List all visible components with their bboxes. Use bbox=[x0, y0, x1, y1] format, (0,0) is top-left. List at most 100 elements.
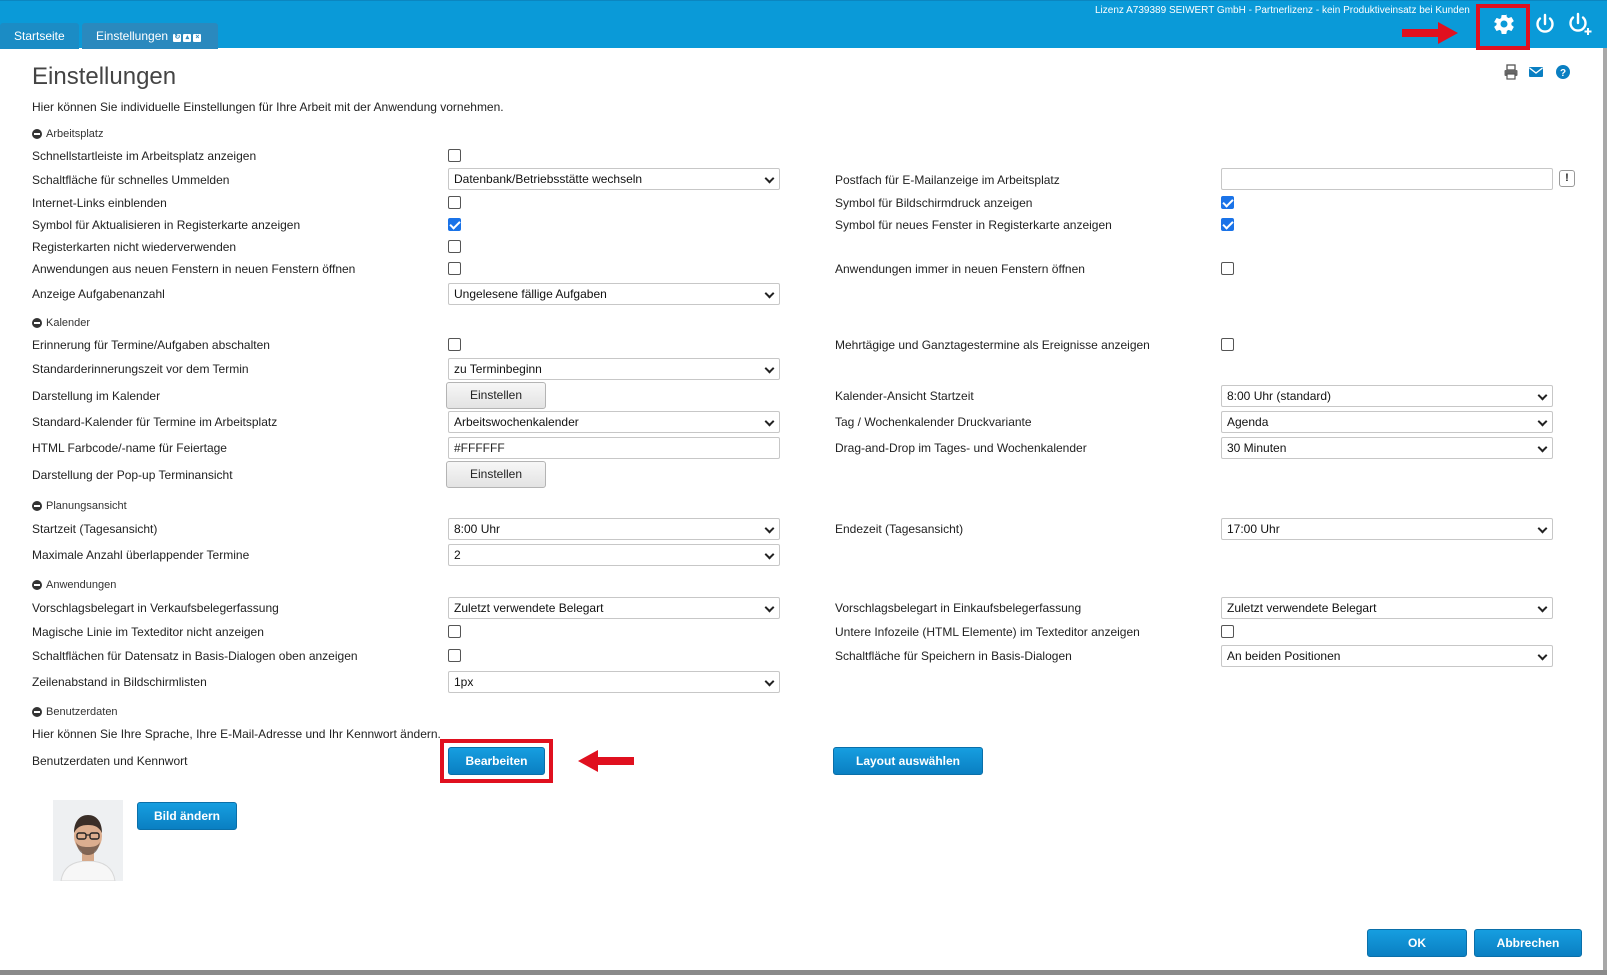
tab-label: Einstellungen bbox=[96, 29, 169, 43]
chevron-down-icon bbox=[1537, 442, 1548, 453]
select-aufgabenanzahl[interactable]: Ungelesene fällige Aufgaben bbox=[448, 283, 780, 305]
power-plus-icon[interactable] bbox=[1565, 9, 1595, 39]
label-std-erinnerung: Standarderinnerungszeit vor dem Termin bbox=[32, 362, 249, 376]
checkbox-anw-immer-neu[interactable] bbox=[1221, 262, 1234, 275]
einstellen-popup-button[interactable]: Einstellen bbox=[446, 461, 546, 488]
select-druckvariante[interactable]: Agenda bbox=[1221, 411, 1553, 433]
power-icon[interactable] bbox=[1530, 9, 1560, 39]
label-aktualisieren: Symbol für Aktualisieren in Registerkart… bbox=[32, 218, 301, 232]
label-max-ueberlapp: Maximale Anzahl überlappender Termine bbox=[32, 548, 250, 562]
tab-label: Startseite bbox=[14, 29, 65, 43]
checkbox-aktualisieren[interactable] bbox=[448, 218, 461, 231]
section-anwendungen[interactable]: Anwendungen bbox=[32, 579, 116, 591]
label-anw-neue-fenster: Anwendungen aus neuen Fenstern in neuen … bbox=[32, 262, 356, 276]
checkbox-anw-neue-fenster[interactable] bbox=[448, 262, 461, 275]
license-text: Lizenz A739389 SEIWERT GmbH - Partnerliz… bbox=[1095, 5, 1470, 16]
chevron-down-icon bbox=[764, 288, 775, 299]
select-ek-beleg[interactable]: Zuletzt verwendete Belegart bbox=[1221, 597, 1553, 619]
label-vk-beleg: Vorschlagsbelegart in Verkaufsbelegerfas… bbox=[32, 601, 279, 615]
chevron-down-icon bbox=[1537, 650, 1548, 661]
close-tab-icon[interactable]: × bbox=[193, 34, 202, 42]
bild-aendern-button[interactable]: Bild ändern bbox=[137, 802, 237, 830]
print-icon[interactable] bbox=[1503, 64, 1519, 80]
select-kal-startzeit[interactable]: 8:00 Uhr (standard) bbox=[1221, 385, 1553, 407]
select-max-ueberlapp[interactable]: 2 bbox=[448, 544, 780, 566]
tab-einstellungen[interactable]: Einstellungen ↻ ▴ × bbox=[82, 23, 218, 49]
collapse-icon[interactable] bbox=[32, 318, 42, 328]
checkbox-mehrtaegig[interactable] bbox=[1221, 338, 1234, 351]
avatar bbox=[53, 800, 123, 881]
label-druckvariante: Tag / Wochenkalender Druckvariante bbox=[835, 415, 1032, 429]
checkbox-erinnerung[interactable] bbox=[448, 338, 461, 351]
select-speichern-pos[interactable]: An beiden Positionen bbox=[1221, 645, 1553, 667]
new-window-tab-icon[interactable]: ▴ bbox=[183, 34, 192, 42]
chevron-down-icon bbox=[764, 416, 775, 427]
label-erinnerung: Erinnerung für Termine/Aufgaben abschalt… bbox=[32, 338, 270, 352]
section-benutzerdaten[interactable]: Benutzerdaten bbox=[32, 706, 118, 718]
bearbeiten-button[interactable]: Bearbeiten bbox=[448, 747, 545, 775]
collapse-icon[interactable] bbox=[32, 129, 42, 139]
select-startzeit[interactable]: 8:00 Uhr bbox=[448, 518, 780, 540]
page-description: Hier können Sie individuelle Einstellung… bbox=[32, 100, 504, 114]
chevron-down-icon bbox=[764, 549, 775, 560]
label-dragdrop: Drag-and-Drop im Tages- und Wochenkalend… bbox=[835, 441, 1087, 455]
checkbox-datensatz-oben[interactable] bbox=[448, 649, 461, 662]
einstellen-kalender-button[interactable]: Einstellen bbox=[446, 382, 546, 409]
chevron-down-icon bbox=[764, 602, 775, 613]
chevron-down-icon bbox=[1537, 390, 1548, 401]
alert-icon[interactable]: ! bbox=[1559, 170, 1575, 187]
label-farbcode: HTML Farbcode/-name für Feiertage bbox=[32, 441, 227, 455]
page-title: Einstellungen bbox=[32, 63, 177, 90]
label-speichern-pos: Schaltfläche für Speichern in Basis-Dial… bbox=[835, 649, 1072, 663]
select-std-erinnerung[interactable]: zu Terminbeginn bbox=[448, 358, 780, 380]
section-planungsansicht[interactable]: Planungsansicht bbox=[32, 500, 127, 512]
abbrechen-button[interactable]: Abbrechen bbox=[1474, 929, 1582, 957]
label-zeilenabstand: Zeilenabstand in Bildschirmlisten bbox=[32, 675, 207, 689]
checkbox-neues-fenster[interactable] bbox=[1221, 218, 1234, 231]
window-bottom-edge bbox=[0, 970, 1607, 975]
label-registerkarten: Registerkarten nicht wiederverwenden bbox=[32, 240, 237, 254]
collapse-icon[interactable] bbox=[32, 707, 42, 717]
window-edge bbox=[1603, 48, 1607, 970]
select-endezeit[interactable]: 17:00 Uhr bbox=[1221, 518, 1553, 540]
section-arbeitsplatz[interactable]: Arbeitsplatz bbox=[32, 128, 103, 140]
select-std-kalender[interactable]: Arbeitswochenkalender bbox=[448, 411, 780, 433]
label-neues-fenster: Symbol für neues Fenster in Registerkart… bbox=[835, 218, 1112, 232]
label-endezeit: Endezeit (Tagesansicht) bbox=[835, 522, 964, 536]
checkbox-infozeile[interactable] bbox=[1221, 625, 1234, 638]
select-zeilenabstand[interactable]: 1px bbox=[448, 671, 780, 693]
checkbox-magische-linie[interactable] bbox=[448, 625, 461, 638]
label-datensatz-oben: Schaltflächen für Datensatz in Basis-Dia… bbox=[32, 649, 358, 663]
input-farbcode[interactable]: #FFFFFF bbox=[448, 437, 780, 459]
label-aufgabenanzahl: Anzeige Aufgabenanzahl bbox=[32, 287, 165, 301]
refresh-tab-icon[interactable]: ↻ bbox=[173, 34, 182, 42]
input-postfach[interactable] bbox=[1221, 168, 1553, 190]
svg-text:?: ? bbox=[1560, 68, 1566, 79]
label-magische-linie: Magische Linie im Texteditor nicht anzei… bbox=[32, 625, 264, 639]
collapse-icon[interactable] bbox=[32, 580, 42, 590]
label-darstellung-kalender: Darstellung im Kalender bbox=[32, 389, 161, 403]
help-icon[interactable]: ? bbox=[1555, 64, 1571, 80]
chevron-down-icon bbox=[1537, 523, 1548, 534]
benutzer-hint: Hier können Sie Ihre Sprache, Ihre E-Mai… bbox=[32, 727, 441, 741]
label-bildschirmdruck: Symbol für Bildschirmdruck anzeigen bbox=[835, 196, 1033, 210]
select-vk-beleg[interactable]: Zuletzt verwendete Belegart bbox=[448, 597, 780, 619]
select-ummelden[interactable]: Datenbank/Betriebsstätte wechseln bbox=[448, 168, 780, 190]
mail-icon[interactable] bbox=[1528, 64, 1544, 80]
top-bar: Lizenz A739389 SEIWERT GmbH - Partnerliz… bbox=[0, 0, 1607, 49]
checkbox-bildschirmdruck[interactable] bbox=[1221, 196, 1234, 209]
layout-auswaehlen-button[interactable]: Layout auswählen bbox=[833, 747, 983, 775]
checkbox-registerkarten[interactable] bbox=[448, 240, 461, 253]
select-dragdrop[interactable]: 30 Minuten bbox=[1221, 437, 1553, 459]
section-kalender[interactable]: Kalender bbox=[32, 317, 90, 329]
chevron-down-icon bbox=[764, 173, 775, 184]
tab-startseite[interactable]: Startseite bbox=[0, 23, 79, 49]
ok-button[interactable]: OK bbox=[1367, 929, 1467, 957]
collapse-icon[interactable] bbox=[32, 501, 42, 511]
label-mehrtaegig: Mehrtägige und Ganztagestermine als Erei… bbox=[835, 338, 1150, 352]
checkbox-schnellstart[interactable] bbox=[448, 149, 461, 162]
checkbox-internet-links[interactable] bbox=[448, 196, 461, 209]
highlight-box-gear bbox=[1476, 4, 1530, 50]
chevron-down-icon bbox=[764, 523, 775, 534]
label-kal-startzeit: Kalender-Ansicht Startzeit bbox=[835, 389, 974, 403]
